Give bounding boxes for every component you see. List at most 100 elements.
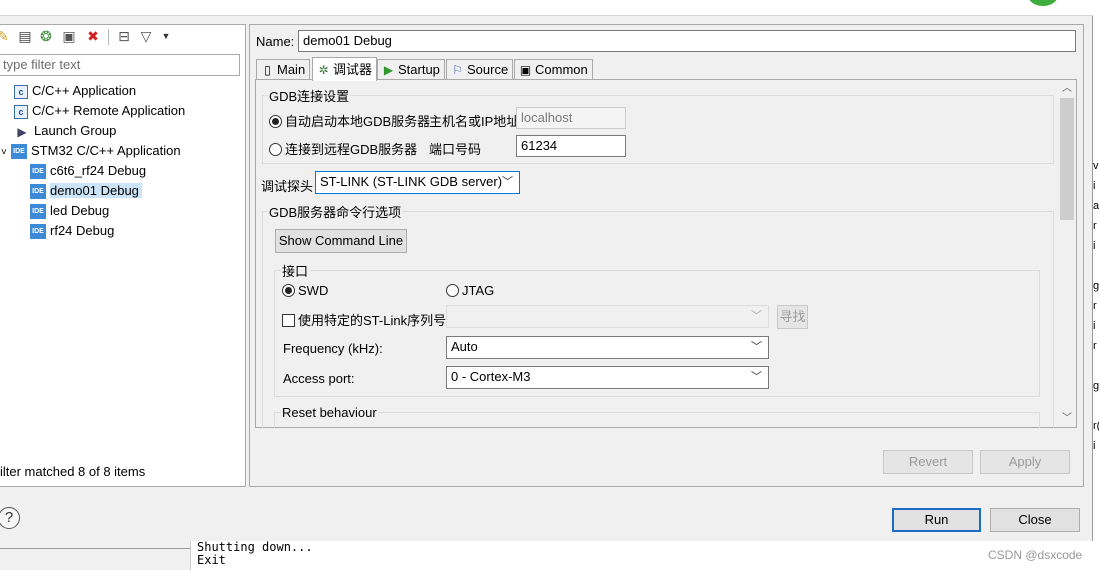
tab-source[interactable]: ⚐ Source <box>446 59 514 80</box>
edge-char: i <box>1093 180 1096 192</box>
ide-icon: IDE <box>11 144 27 160</box>
edge-char: a <box>1093 200 1099 212</box>
port-input[interactable]: 61234 <box>516 135 626 157</box>
ide-icon: IDE <box>30 184 46 200</box>
tree-item-label: C/C++ Application <box>32 83 137 98</box>
tree-item-c6t6-rf24-debug[interactable]: IDE c6t6_rf24 Debug <box>30 161 146 181</box>
probe-value: ST-LINK (ST-LINK GDB server) <box>320 174 503 189</box>
jtag-radio[interactable] <box>446 284 459 297</box>
remote-option[interactable]: 连接到远程GDB服务器 <box>269 139 417 158</box>
tab-label: Main <box>277 62 306 77</box>
delete-icon[interactable]: ✖ <box>84 27 102 45</box>
swd-radio[interactable] <box>282 284 295 297</box>
edge-char: v <box>1093 160 1099 172</box>
remote-radio[interactable] <box>269 143 282 156</box>
access-port-value: 0 - Cortex-M3 <box>451 369 531 384</box>
scroll-down-icon[interactable]: ﹀ <box>1058 411 1076 427</box>
revert-button[interactable]: Revert <box>883 450 973 474</box>
gdb-connection-title: GDB连接设置 <box>269 89 350 104</box>
frequency-select[interactable]: Auto ﹀ <box>446 336 769 359</box>
tree-item-rf24-debug[interactable]: IDE rf24 Debug <box>30 221 114 241</box>
filter-input[interactable]: type filter text <box>0 54 240 76</box>
run-button[interactable]: Run <box>892 508 981 532</box>
scroll-up-icon[interactable]: ︿ <box>1058 81 1076 97</box>
collapse-all-icon[interactable]: ⊟ <box>115 27 133 45</box>
apply-button[interactable]: Apply <box>980 450 1070 474</box>
c-config-icon: c <box>14 104 28 119</box>
edge-char: i <box>1093 320 1096 332</box>
interface-title: 接口 <box>282 264 309 279</box>
tree-item-label: Launch Group <box>34 123 117 138</box>
tree-item-c-remote-application[interactable]: c C/C++ Remote Application <box>14 101 185 121</box>
edge-char: r <box>1093 220 1097 232</box>
serial-select[interactable]: ﹀ <box>446 305 769 328</box>
tree-item-label: rf24 Debug <box>50 223 115 238</box>
edge-char: r <box>1093 340 1097 352</box>
access-port-label: Access port: <box>283 371 355 386</box>
serial-option[interactable]: 使用特定的ST-Link序列号 <box>282 310 446 329</box>
tab-startup[interactable]: ▶ Startup <box>377 59 445 80</box>
access-port-select[interactable]: 0 - Cortex-M3 ﹀ <box>446 366 769 389</box>
tree-item-c-application[interactable]: c C/C++ Application <box>14 81 136 101</box>
ide-icon: IDE <box>30 204 46 220</box>
frequency-label: Frequency (kHz): <box>283 341 383 356</box>
edge-char: r( <box>1093 420 1099 432</box>
reset-behaviour-title: Reset behaviour <box>282 405 377 420</box>
chevron-down-icon: ﹀ <box>751 371 762 383</box>
export-icon[interactable]: ▣ <box>60 27 78 45</box>
tab-label: Common <box>535 62 588 77</box>
jtag-label: JTAG <box>462 283 495 298</box>
console-line: Shutting down... <box>197 540 313 554</box>
tree-item-label: STM32 C/C++ Application <box>31 143 181 158</box>
startup-tab-icon: ▶ <box>383 63 394 77</box>
name-label: Name: <box>256 34 295 49</box>
filter-status-text: ilter matched 8 of 8 items <box>0 464 146 479</box>
tree-item-led-debug[interactable]: IDE led Debug <box>30 201 109 221</box>
gdb-server-options-title: GDB服务器命令行选项 <box>269 205 402 220</box>
tab-common[interactable]: ▣ Common <box>514 59 593 80</box>
tree-item-demo01-debug[interactable]: IDE demo01 Debug <box>30 181 142 201</box>
jtag-option[interactable]: JTAG <box>446 283 494 298</box>
background-window-edge: v i a r i g r i r g r( i <box>1093 0 1099 570</box>
tab-main[interactable]: ▯ Main <box>256 59 311 80</box>
edge-char: r <box>1093 300 1097 312</box>
vertical-scrollbar[interactable]: ︿ ﹀ <box>1058 80 1076 427</box>
edge-char: i <box>1093 240 1096 252</box>
name-input[interactable]: demo01 Debug <box>298 30 1076 52</box>
auto-start-label: 自动启动本地GDB服务器 <box>285 114 431 129</box>
background-console: Shutting down... Exit <box>190 541 1093 570</box>
probe-label: 调试探头 <box>261 179 314 194</box>
c-config-icon: c <box>14 84 28 99</box>
chevron-down-icon: ﹀ <box>502 176 513 188</box>
edge-char: g <box>1093 280 1099 292</box>
dropdown-icon[interactable]: ▼ <box>157 27 175 45</box>
auto-start-radio[interactable] <box>269 115 282 128</box>
tab-debugger[interactable]: ✲ 调试器 <box>312 57 378 81</box>
duplicate-icon[interactable]: ❂ <box>37 27 55 45</box>
close-button[interactable]: Close <box>990 508 1080 532</box>
tab-label: 调试器 <box>333 62 373 77</box>
host-input[interactable]: localhost <box>516 107 626 129</box>
probe-select[interactable]: ST-LINK (ST-LINK GDB server) ﹀ <box>315 171 520 194</box>
auto-start-option[interactable]: 自动启动本地GDB服务器 <box>269 111 430 130</box>
new-config-icon[interactable]: ✎ <box>0 27 12 45</box>
config-toolbar: ✎ ▤ ❂ ▣ ✖ ⊟ ▽ ▼ <box>0 23 245 51</box>
edge-char: g <box>1093 380 1099 392</box>
show-command-line-button[interactable]: Show Command Line <box>275 229 407 253</box>
serial-checkbox[interactable] <box>282 314 295 327</box>
common-tab-icon: ▣ <box>519 63 532 77</box>
expand-chevron-icon[interactable]: ˅ <box>1 143 11 163</box>
tree-item-label: demo01 Debug <box>50 183 142 198</box>
filter-icon[interactable]: ▽ <box>137 27 155 45</box>
watermark: CSDN @dsxcode <box>988 548 1083 562</box>
toolbar-separator <box>108 29 109 45</box>
swd-option[interactable]: SWD <box>282 283 328 298</box>
find-button[interactable]: 寻找 <box>777 305 808 329</box>
tree-item-stm32-application[interactable]: ˅ IDE STM32 C/C++ Application <box>1 141 181 161</box>
tree-item-launch-group[interactable]: ▶ Launch Group <box>14 121 116 141</box>
new-prototype-icon[interactable]: ▤ <box>16 27 34 45</box>
tree-item-label: c6t6_rf24 Debug <box>50 163 147 178</box>
ide-icon: IDE <box>30 224 46 240</box>
ide-icon: IDE <box>30 164 46 180</box>
scroll-thumb[interactable] <box>1060 98 1074 220</box>
